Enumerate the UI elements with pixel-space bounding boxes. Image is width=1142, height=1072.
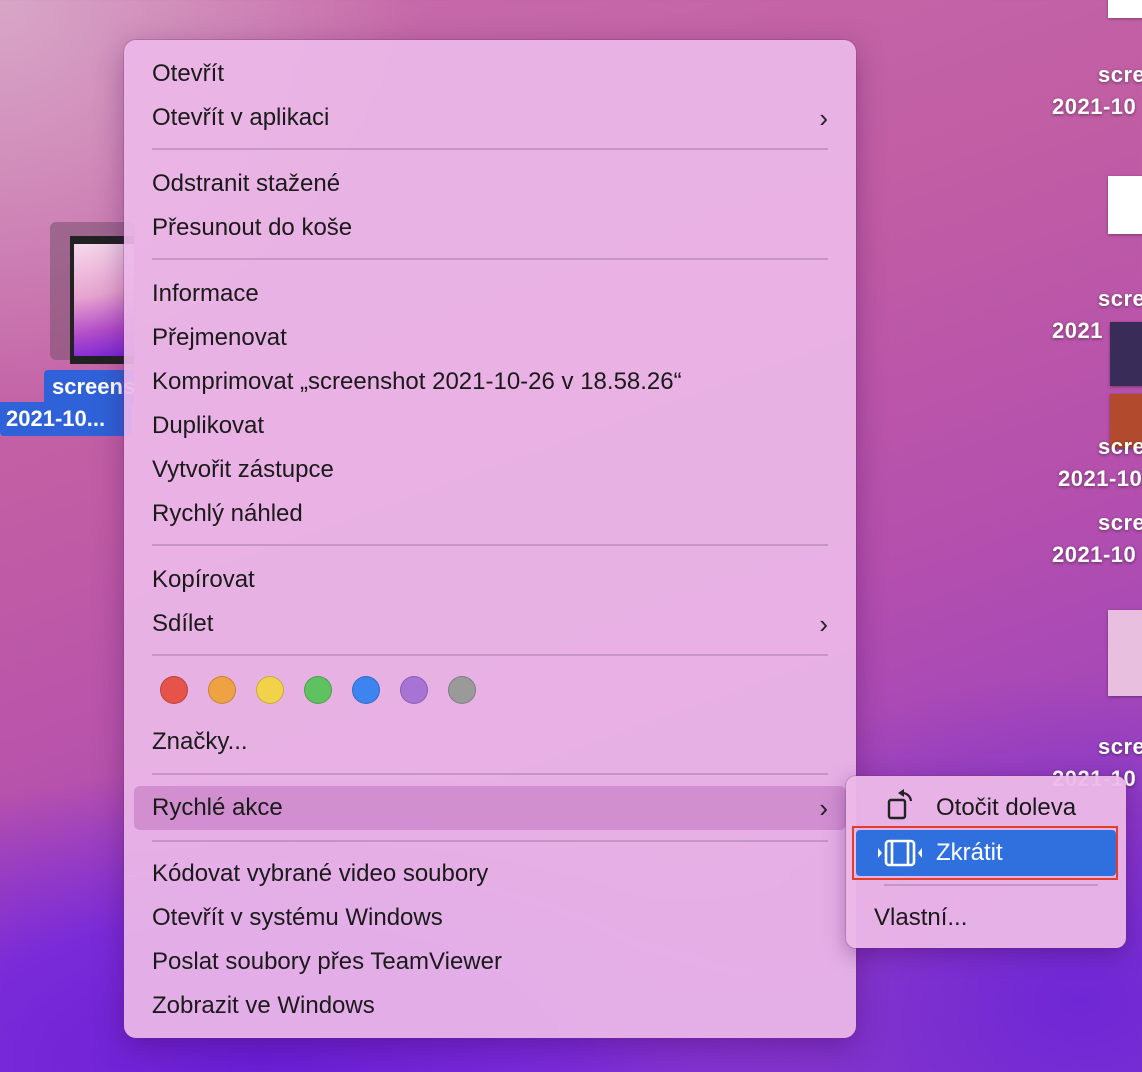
desktop-file-thumbnail[interactable] <box>1108 176 1142 234</box>
tag-red-dot[interactable] <box>160 676 188 704</box>
menu-separator <box>152 148 828 150</box>
menu-separator <box>152 840 828 842</box>
menu-item-quick-look[interactable]: Rychlý náhled <box>152 492 303 536</box>
menu-item-move-to-trash[interactable]: Přesunout do koše <box>152 206 352 250</box>
menu-item-encode-video[interactable]: Kódovat vybrané video soubory <box>152 852 488 896</box>
desktop-file-thumbnail[interactable] <box>1108 0 1142 18</box>
submenu-item-rotate-left[interactable]: Otočit doleva <box>936 786 1076 830</box>
menu-separator <box>152 258 828 260</box>
menu-item-compress[interactable]: Komprimovat „screenshot 2021-10-26 v 18.… <box>152 360 682 404</box>
desktop-file-label: scre <box>1098 510 1142 535</box>
tag-green-dot[interactable] <box>304 676 332 704</box>
tag-orange-dot[interactable] <box>208 676 236 704</box>
submenu-item-trim[interactable]: Zkrátit <box>936 831 1003 875</box>
desktop-file-label: 2021-10 <box>1052 94 1137 119</box>
trim-video-icon <box>876 836 924 870</box>
desktop-file-label: 2021 <box>1052 318 1103 343</box>
chevron-right-icon: › <box>819 793 828 823</box>
tag-blue-dot[interactable] <box>352 676 380 704</box>
menu-item-open-with[interactable]: Otevřít v aplikaci <box>152 96 828 140</box>
chevron-right-icon: › <box>819 103 828 133</box>
menu-item-open[interactable]: Otevřít <box>152 52 224 96</box>
desktop-file-label: 2021-10 <box>1052 542 1137 567</box>
menu-separator <box>152 654 828 656</box>
menu-item-open-in-windows[interactable]: Otevřít v systému Windows <box>152 896 443 940</box>
menu-separator <box>152 773 828 775</box>
context-menu: Otevřít Otevřít v aplikaci › Odstranit s… <box>124 40 856 1038</box>
desktop-file-label: scre <box>1098 734 1142 759</box>
menu-item-quick-actions[interactable]: Rychlé akce <box>152 786 283 830</box>
selected-file-label[interactable]: screenshot <box>44 370 134 404</box>
menu-item-copy[interactable]: Kopírovat <box>152 558 255 602</box>
menu-separator <box>152 544 828 546</box>
desktop-file-thumbnail[interactable] <box>1108 610 1142 696</box>
menu-separator <box>884 884 1098 886</box>
submenu-item-customize[interactable]: Vlastní... <box>874 896 967 940</box>
desktop-file-label: scre <box>1098 434 1142 459</box>
menu-item-tags[interactable]: Značky... <box>152 720 248 764</box>
menu-item-show-in-windows[interactable]: Zobrazit ve Windows <box>152 984 375 1028</box>
tag-purple-dot[interactable] <box>400 676 428 704</box>
menu-item-remove-download[interactable]: Odstranit stažené <box>152 162 340 206</box>
menu-item-label: Otevřít v aplikaci <box>152 104 330 131</box>
desktop-file-label: scre <box>1098 62 1142 87</box>
menu-item-make-alias[interactable]: Vytvořit zástupce <box>152 448 334 492</box>
desktop-file-thumbnail[interactable] <box>1110 322 1142 386</box>
menu-item-send-teamviewer[interactable]: Poslat soubory přes TeamViewer <box>152 940 502 984</box>
menu-item-info[interactable]: Informace <box>152 272 259 316</box>
tag-gray-dot[interactable] <box>448 676 476 704</box>
selected-file-label-date[interactable]: 2021-10... <box>0 402 132 436</box>
menu-item-rename[interactable]: Přejmenovat <box>152 316 287 360</box>
desktop-file-label: 2021-10 <box>1058 466 1142 491</box>
chevron-right-icon: › <box>819 609 828 639</box>
quick-actions-submenu: Otočit doleva Zkrátit Vlastní... <box>846 776 1126 948</box>
tag-yellow-dot[interactable] <box>256 676 284 704</box>
menu-item-share[interactable]: Sdílet <box>152 602 213 646</box>
desktop-file-label: scre <box>1098 286 1142 311</box>
menu-item-duplicate[interactable]: Duplikovat <box>152 404 264 448</box>
rotate-left-icon <box>886 788 916 822</box>
